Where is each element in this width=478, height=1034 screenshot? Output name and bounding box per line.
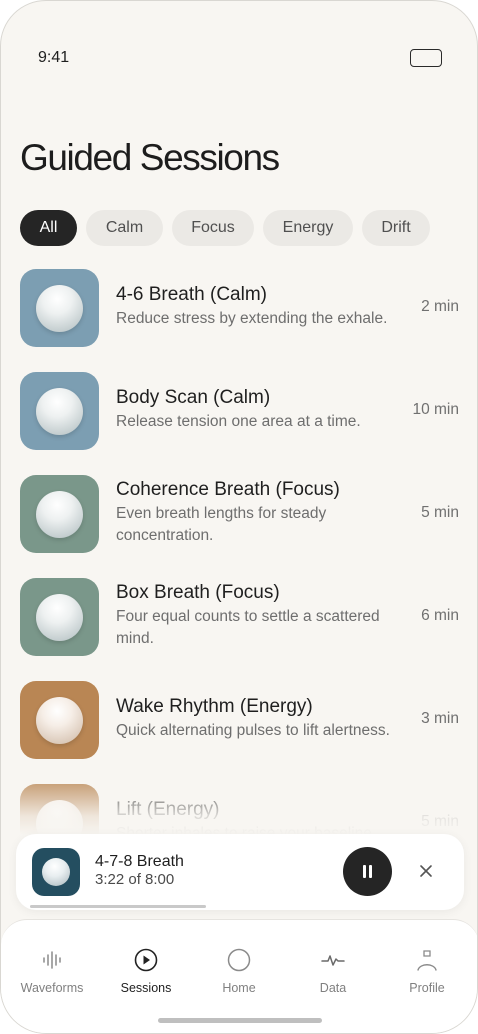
pulse-icon xyxy=(321,955,345,966)
pause-button[interactable] xyxy=(343,847,392,896)
orb-icon xyxy=(36,594,83,641)
tab-home[interactable]: Home xyxy=(194,920,284,1020)
filter-chip-all[interactable]: All xyxy=(20,210,77,246)
tab-waveforms[interactable]: Waveforms xyxy=(7,920,97,1020)
session-thumbnail xyxy=(20,269,99,347)
session-thumbnail xyxy=(20,372,99,450)
filter-chips: All Calm Focus Energy Drift xyxy=(20,210,430,246)
tab-label: Sessions xyxy=(120,981,172,995)
battery-icon xyxy=(410,49,442,67)
waveform-icon xyxy=(43,951,61,969)
session-thumbnail xyxy=(20,578,99,656)
orb-icon xyxy=(36,285,83,332)
pause-icon xyxy=(363,865,366,878)
session-duration: 10 min xyxy=(412,401,459,418)
tab-profile[interactable]: Profile xyxy=(382,920,472,1020)
tab-bar: Waveforms Sessions Home Data Profile xyxy=(1,919,477,1033)
session-row[interactable]: Body Scan (Calm) Release tension one are… xyxy=(1,372,477,452)
session-description: Release tension one area at a time. xyxy=(116,413,361,430)
session-description: Four equal counts to settle a scattered … xyxy=(116,608,380,647)
orb-icon xyxy=(42,858,70,886)
session-description: Even breath lengths for steady concentra… xyxy=(116,505,327,544)
pause-icon xyxy=(369,865,372,878)
session-row[interactable]: 4-6 Breath (Calm) Reduce stress by exten… xyxy=(1,269,477,349)
session-thumbnail xyxy=(20,475,99,553)
session-description: Reduce stress by extending the exhale. xyxy=(116,310,388,327)
session-row[interactable]: Lift (Energy) Shorter inhales to raise y… xyxy=(1,784,477,834)
player-time: 3:22 of 8:00 xyxy=(95,871,175,888)
session-title: Body Scan (Calm) xyxy=(116,387,271,408)
progress-fill xyxy=(30,905,207,908)
tab-label: Waveforms xyxy=(20,981,84,995)
session-title: 4-6 Breath (Calm) xyxy=(116,284,267,305)
tab-sessions[interactable]: Sessions xyxy=(101,920,191,1020)
page-title: Guided Sessions xyxy=(20,137,280,178)
filter-chip-energy[interactable]: Energy xyxy=(263,210,353,246)
home-indicator xyxy=(158,1018,322,1023)
filter-chip-drift[interactable]: Drift xyxy=(362,210,430,246)
session-row[interactable]: Box Breath (Focus) Four equal counts to … xyxy=(1,578,477,658)
session-row[interactable]: Coherence Breath (Focus) Even breath len… xyxy=(1,475,477,555)
session-duration: 5 min xyxy=(421,504,459,521)
filter-chip-calm[interactable]: Calm xyxy=(86,210,163,246)
player-title: 4-7-8 Breath xyxy=(95,853,184,870)
filter-chip-focus[interactable]: Focus xyxy=(172,210,254,246)
orb-icon xyxy=(36,491,83,538)
status-time: 9:41 xyxy=(38,49,70,66)
session-duration: 2 min xyxy=(421,298,459,315)
tab-label: Data xyxy=(319,981,347,995)
session-title: Box Breath (Focus) xyxy=(116,582,280,603)
play-circle-icon xyxy=(134,948,158,972)
phone-screen: 9:41 Guided Sessions All Calm Focus Ener… xyxy=(0,0,478,1034)
playback-progress xyxy=(30,905,450,908)
session-title: Wake Rhythm (Energy) xyxy=(116,696,313,717)
session-description: Shorter inhales to raise your baseline. xyxy=(116,825,377,834)
session-thumbnail xyxy=(20,681,99,759)
session-title: Coherence Breath (Focus) xyxy=(116,479,340,500)
orb-icon xyxy=(36,697,83,744)
player-thumbnail xyxy=(32,848,80,896)
session-thumbnail xyxy=(20,784,99,834)
session-description: Quick alternating pulses to lift alertne… xyxy=(116,722,390,739)
mini-player[interactable]: 4-7-8 Breath 3:22 of 8:00 xyxy=(16,834,464,910)
session-title: Lift (Energy) xyxy=(116,799,220,820)
session-row[interactable]: Wake Rhythm (Energy) Quick alternating p… xyxy=(1,681,477,761)
tab-data[interactable]: Data xyxy=(288,920,378,1020)
orb-icon xyxy=(36,800,83,834)
session-duration: 3 min xyxy=(421,710,459,727)
close-icon[interactable] xyxy=(414,859,438,883)
session-duration: 5 min xyxy=(421,813,459,830)
session-duration: 6 min xyxy=(421,607,459,624)
tab-label: Home xyxy=(222,981,256,995)
circle-icon xyxy=(227,948,251,972)
person-icon xyxy=(417,950,437,971)
tab-label: Profile xyxy=(409,981,445,995)
orb-icon xyxy=(36,388,83,435)
session-list: 4-6 Breath (Calm) Reduce stress by exten… xyxy=(1,269,477,834)
